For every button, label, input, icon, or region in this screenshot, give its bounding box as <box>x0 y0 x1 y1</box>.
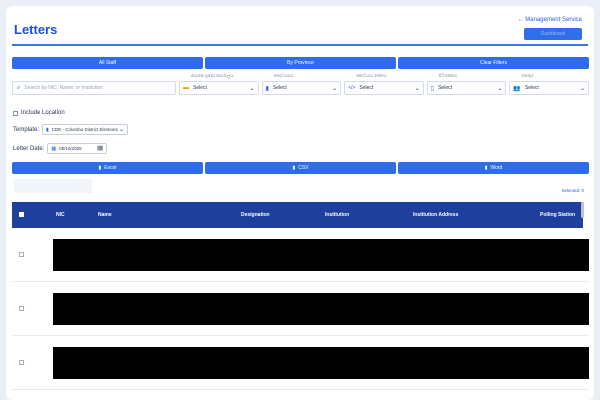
filter-bar: ⌕ Search by NIC, Name, or Institution ආය… <box>12 73 589 99</box>
code-icon: </> <box>348 85 356 91</box>
filter-division-value: Select <box>272 85 287 91</box>
filter-tabs: All Staff By Province Clear Filters <box>12 57 589 69</box>
export-word-button[interactable]: ▮ Word <box>398 162 589 174</box>
letter-date-value: 05/10/2025 <box>59 146 82 151</box>
redacted-row-content <box>53 293 589 325</box>
trash-icon: ▮ <box>265 85 269 92</box>
filter-office-value: Select <box>193 85 207 91</box>
filter-division-label: කොට්ඨාශය <box>273 73 294 78</box>
column-name[interactable]: Name <box>98 212 112 218</box>
filter-copier-label: පිටපත්කරු <box>438 73 457 78</box>
users-icon: 👥 <box>513 85 521 92</box>
selected-count: Selected: 0 <box>561 188 584 193</box>
export-csv-label: CSV <box>298 165 309 171</box>
search-placeholder: Search by NIC, Name, or Institution <box>24 85 104 91</box>
filter-designation-select[interactable]: 👥 Select ⌄ <box>509 81 589 95</box>
row-checkbox[interactable] <box>19 306 24 311</box>
filter-designation-value: Select <box>524 85 539 91</box>
file-icon: ▮ <box>98 165 102 171</box>
filter-designation: තනතුර 👥 Select ⌄ <box>509 73 589 99</box>
tab-by-province-label: By Province <box>287 60 314 66</box>
file-icon: ▮ <box>292 165 296 171</box>
export-csv-button[interactable]: ▮ CSV <box>205 162 396 174</box>
select-all-checkbox[interactable] <box>19 212 24 217</box>
calendar-icon: ▦ <box>51 145 57 152</box>
table-row[interactable] <box>12 336 589 390</box>
column-polling-station[interactable]: Polling Station <box>540 212 575 218</box>
filter-copier: පිටපත්කරු ▯ Select ⌄ <box>426 73 507 99</box>
filter-division-code-select[interactable]: </> Select ⌄ <box>344 81 424 95</box>
management-service-link[interactable]: ← Management Service <box>518 17 582 23</box>
export-word-label: Word <box>490 165 503 171</box>
export-excel-label: Excel <box>104 165 117 171</box>
column-designation[interactable]: Designation <box>241 212 270 218</box>
letter-date-label: Letter Date: <box>13 145 45 152</box>
column-institution[interactable]: Institution <box>325 212 349 218</box>
chevron-down-icon: ⌄ <box>497 85 503 92</box>
include-location-label: Include Location <box>21 110 65 116</box>
document-icon: ▮ <box>46 126 49 133</box>
chevron-down-icon: ⌄ <box>414 85 420 92</box>
include-location-toggle[interactable]: Include Location <box>13 110 65 116</box>
phone-icon: ▯ <box>430 85 435 92</box>
tab-by-province[interactable]: By Province <box>205 57 396 69</box>
page-size-control[interactable] <box>14 179 92 193</box>
export-excel-button[interactable]: ▮ Excel <box>12 162 203 174</box>
filter-division-select[interactable]: ▮ Select ⌄ <box>261 81 342 95</box>
tab-all-staff[interactable]: All Staff <box>12 57 203 69</box>
redacted-row-content <box>53 347 589 379</box>
clear-filters-button[interactable]: Clear Filters <box>398 57 589 69</box>
management-button[interactable]: Dashboard <box>524 28 582 40</box>
column-institution-address[interactable]: Institution Address <box>413 212 458 218</box>
folder-icon: ▬ <box>183 85 189 91</box>
table-row[interactable] <box>12 282 589 336</box>
search-icon: ⌕ <box>17 84 21 91</box>
row-checkbox[interactable] <box>19 360 24 365</box>
filter-division-code-value: Select <box>359 85 374 91</box>
filter-office-label: ආයතන ප්‍රදේශ කාර්යාලය <box>191 73 234 78</box>
table-header: NIC Name Designation Institution Institu… <box>12 202 583 228</box>
chevron-down-icon: ⌄ <box>579 85 585 92</box>
tab-all-staff-label: All Staff <box>98 60 117 66</box>
template-value: CDE - Colombo District Elections <box>51 127 118 132</box>
filter-office: ආයතන ප්‍රදේශ කාර්යාලය ▬ Select ⌄ <box>179 73 259 99</box>
letter-date-row: Letter Date: ▦ 05/10/2025 🗓 <box>13 143 108 154</box>
title-divider <box>12 44 588 46</box>
filter-division-code-label: කොට්ඨාශ කේතය <box>356 73 387 78</box>
page-title: Letters <box>14 22 58 37</box>
template-label: Template: <box>13 126 40 133</box>
chevron-down-icon: ⌄ <box>249 85 255 92</box>
template-select[interactable]: ▮ CDE - Colombo District Elections ⌄ <box>42 124 129 135</box>
file-icon: ▮ <box>484 165 488 171</box>
letters-page: Letters ← Management Service Dashboard A… <box>6 6 594 400</box>
redacted-row-content <box>53 239 589 271</box>
column-nic[interactable]: NIC <box>56 212 65 218</box>
filter-copier-select[interactable]: ▯ Select ⌄ <box>426 81 507 95</box>
clear-filters-label: Clear Filters <box>480 60 507 66</box>
filter-office-select[interactable]: ▬ Select ⌄ <box>179 81 259 95</box>
search-input[interactable]: ⌕ Search by NIC, Name, or Institution <box>12 81 176 95</box>
template-row: Template: ▮ CDE - Colombo District Elect… <box>13 124 129 135</box>
chevron-down-icon: ⌄ <box>332 85 338 92</box>
include-location-checkbox[interactable] <box>13 110 18 116</box>
row-checkbox[interactable] <box>19 252 24 257</box>
table-scrollbar[interactable] <box>581 202 584 218</box>
filter-designation-label: තනතුර <box>521 73 534 78</box>
export-buttons: ▮ Excel ▮ CSV ▮ Word <box>12 162 589 174</box>
chevron-down-icon: ⌄ <box>118 127 125 133</box>
filter-copier-value: Select <box>438 85 452 91</box>
filter-division-code: කොට්ඨාශ කේතය </> Select ⌄ <box>344 73 424 99</box>
calendar-picker-icon[interactable]: 🗓 <box>97 146 103 152</box>
filter-division: කොට්ඨාශය ▮ Select ⌄ <box>261 73 342 99</box>
letter-date-input[interactable]: ▦ 05/10/2025 🗓 <box>47 143 108 154</box>
table-row[interactable] <box>12 228 589 282</box>
